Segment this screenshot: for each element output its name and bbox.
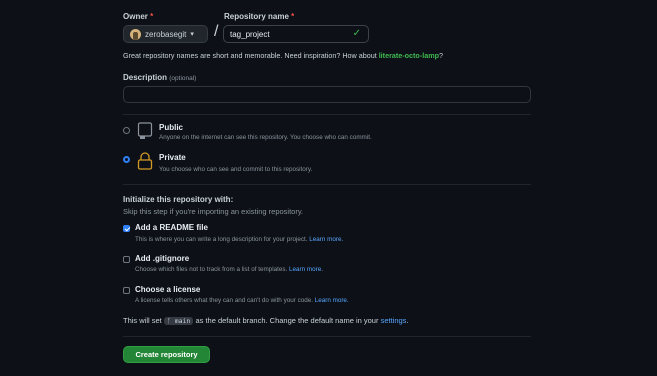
init-subheading: Skip this step if you're importing an ex… <box>123 207 304 216</box>
suggestion-link[interactable]: literate-octo-lamp <box>379 51 439 60</box>
repo-icon <box>137 122 153 139</box>
gitignore-title: Add .gitignore <box>135 254 190 263</box>
license-desc: A license tells others what they can and… <box>135 297 349 304</box>
branch-chip: ᚴ main <box>163 317 194 325</box>
gitignore-learn-more-link[interactable]: Learn more. <box>289 266 323 273</box>
create-repository-button[interactable]: Create repository <box>123 346 210 363</box>
license-learn-more-link[interactable]: Learn more. <box>315 297 349 304</box>
public-title: Public <box>159 123 184 132</box>
divider <box>123 336 531 337</box>
description-input[interactable] <box>123 86 531 103</box>
private-desc: You choose who can see and commit to thi… <box>159 166 313 173</box>
lock-icon <box>137 152 153 170</box>
repo-name-label: Repository name * <box>224 12 295 21</box>
avatar <box>130 28 141 40</box>
license-checkbox[interactable] <box>123 287 130 294</box>
divider <box>123 184 531 185</box>
owner-repo-separator: / <box>214 23 219 40</box>
readme-title: Add a README file <box>135 223 208 232</box>
repo-name-input[interactable]: tag_project ✓ <box>223 25 369 43</box>
license-title: Choose a license <box>135 285 201 294</box>
private-radio[interactable] <box>123 156 130 163</box>
public-radio[interactable] <box>123 127 130 134</box>
readme-desc: This is where you can write a long descr… <box>135 236 344 243</box>
branch-icon: ᚴ <box>166 317 171 325</box>
chevron-down-icon: ▾ <box>190 31 194 38</box>
owner-label: Owner * <box>123 12 154 21</box>
check-icon: ✓ <box>352 28 361 39</box>
owner-select[interactable]: zerobasegit ▾ <box>123 25 208 43</box>
default-branch-note: This will set ᚴ main as the default bran… <box>123 316 409 325</box>
readme-checkbox[interactable] <box>123 225 130 232</box>
owner-value: zerobasegit <box>145 29 187 39</box>
name-hint: Great repository names are short and mem… <box>123 51 443 60</box>
settings-link[interactable]: settings <box>381 316 407 325</box>
description-label: Description (optional) <box>123 73 197 82</box>
gitignore-desc: Choose which files not to track from a l… <box>135 266 323 273</box>
public-desc: Anyone on the internet can see this repo… <box>159 134 372 141</box>
divider <box>123 114 531 115</box>
readme-learn-more-link[interactable]: Learn more. <box>309 236 343 243</box>
init-heading: Initialize this repository with: <box>123 195 234 204</box>
private-title: Private <box>159 153 186 162</box>
repo-name-value: tag_project <box>230 29 270 39</box>
gitignore-checkbox[interactable] <box>123 256 130 263</box>
